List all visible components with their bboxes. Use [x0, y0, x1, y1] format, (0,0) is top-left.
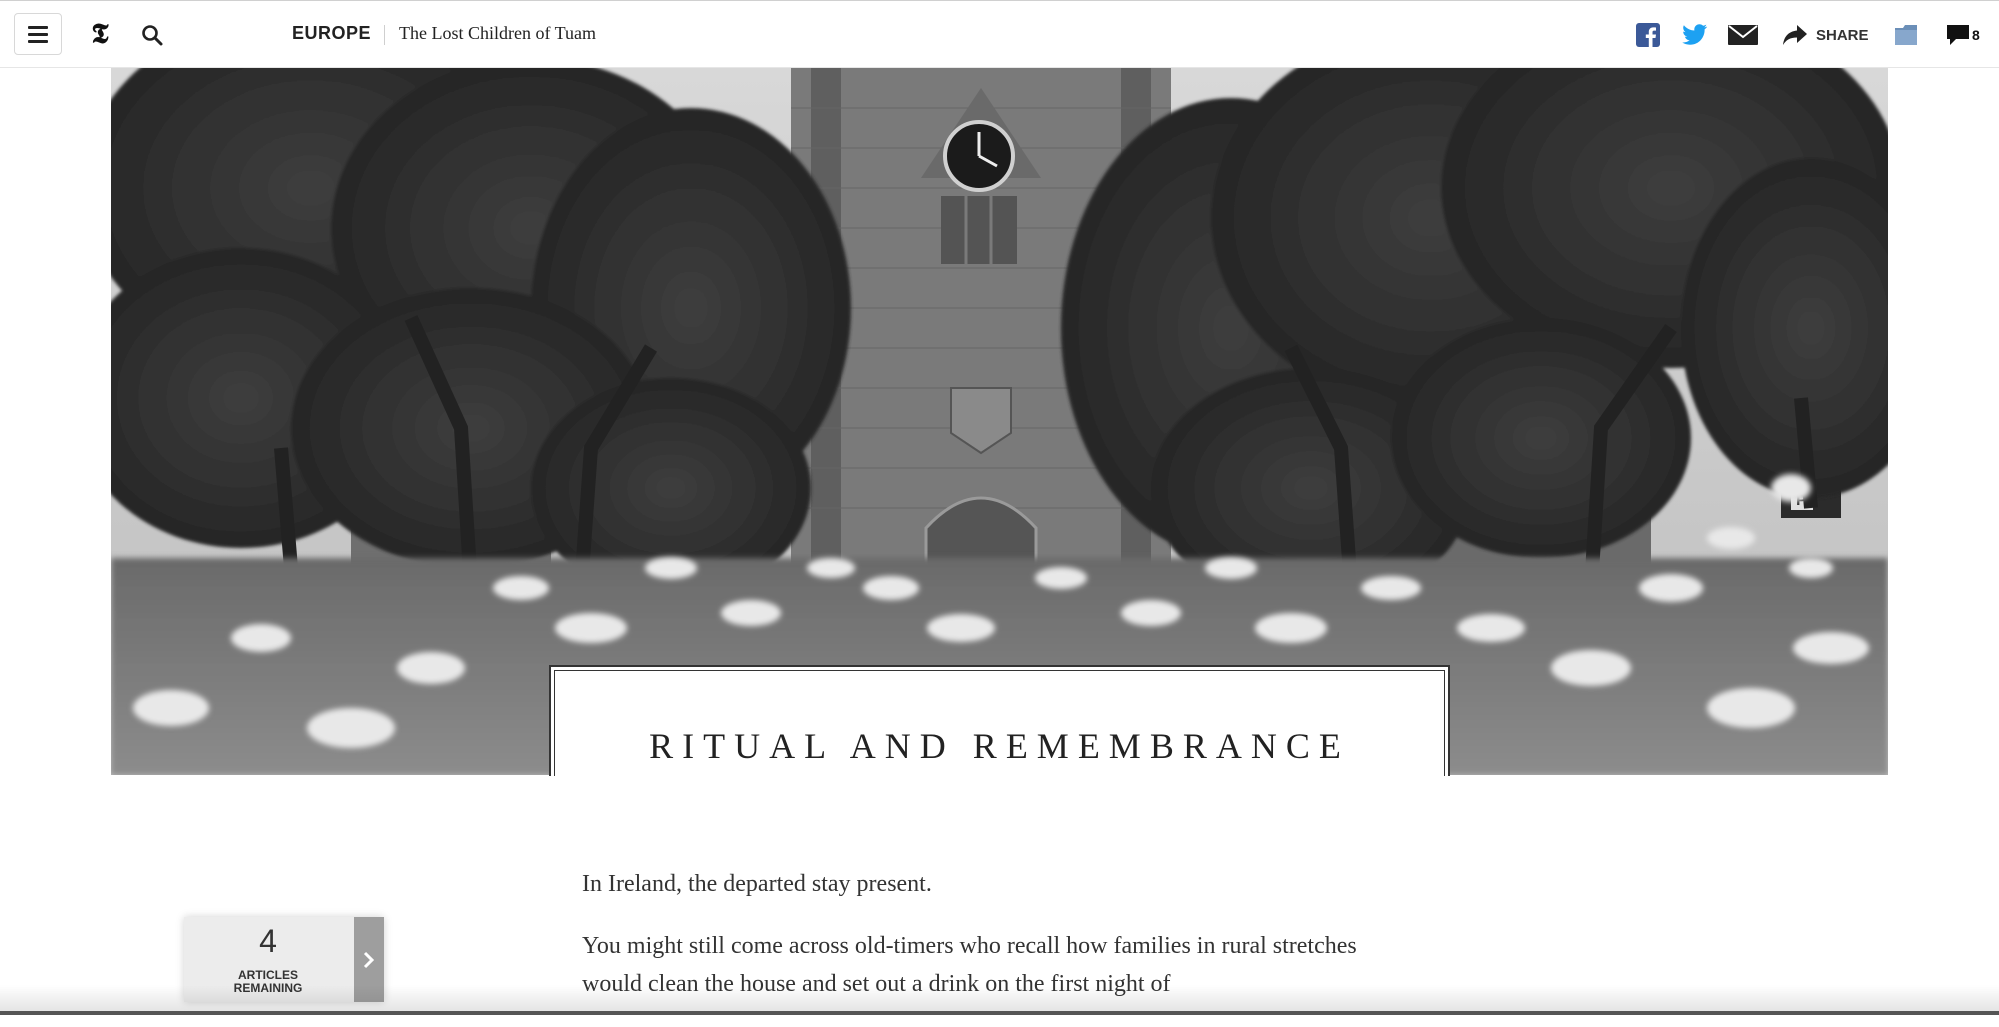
share-arrow-icon [1783, 25, 1807, 45]
save-button[interactable] [1894, 21, 1922, 49]
meter-next-button[interactable] [354, 917, 384, 1002]
twitter-icon [1682, 24, 1708, 45]
top-navigation-bar: 𝕿 EUROPE The Lost Children of Tuam SHARE [0, 0, 1999, 68]
share-button[interactable]: SHARE [1782, 21, 1874, 49]
article-body: In Ireland, the departed stay present. Y… [582, 865, 1412, 1027]
paragraph: In Ireland, the departed stay present. [582, 871, 932, 897]
nyt-logo[interactable]: 𝕿 [86, 17, 114, 51]
comments-button[interactable]: 8 [1946, 21, 1992, 49]
mail-icon [1728, 25, 1758, 45]
hamburger-menu-button[interactable] [14, 13, 62, 55]
twitter-share-button[interactable] [1682, 21, 1712, 49]
hamburger-icon [28, 25, 48, 29]
share-label: SHARE [1816, 26, 1869, 44]
search-icon[interactable] [140, 23, 164, 47]
section-link[interactable]: EUROPE [292, 23, 371, 44]
comment-bubble-icon [1947, 25, 1969, 45]
articles-remaining-count: 4 [259, 923, 277, 959]
save-folder-icon [1895, 25, 1917, 45]
articles-remaining-label: ARTICLES REMAINING [233, 968, 303, 995]
comment-count: 8 [1972, 27, 1980, 43]
chapter-heading: RITUAL AND REMEMBRANCE [649, 726, 1350, 766]
articles-remaining-meter[interactable]: 4 ARTICLES REMAINING [184, 917, 384, 1002]
window-bottom-edge [0, 1011, 1999, 1015]
divider [384, 25, 385, 45]
paragraph: You might still come across old-timers w… [582, 933, 1357, 997]
facebook-icon [1636, 23, 1660, 47]
article-title: The Lost Children of Tuam [399, 23, 596, 43]
chapter-heading-box: RITUAL AND REMEMBRANCE [549, 665, 1450, 776]
chevron-right-icon [363, 951, 375, 968]
facebook-share-button[interactable] [1636, 21, 1663, 49]
email-share-button[interactable] [1728, 21, 1760, 49]
